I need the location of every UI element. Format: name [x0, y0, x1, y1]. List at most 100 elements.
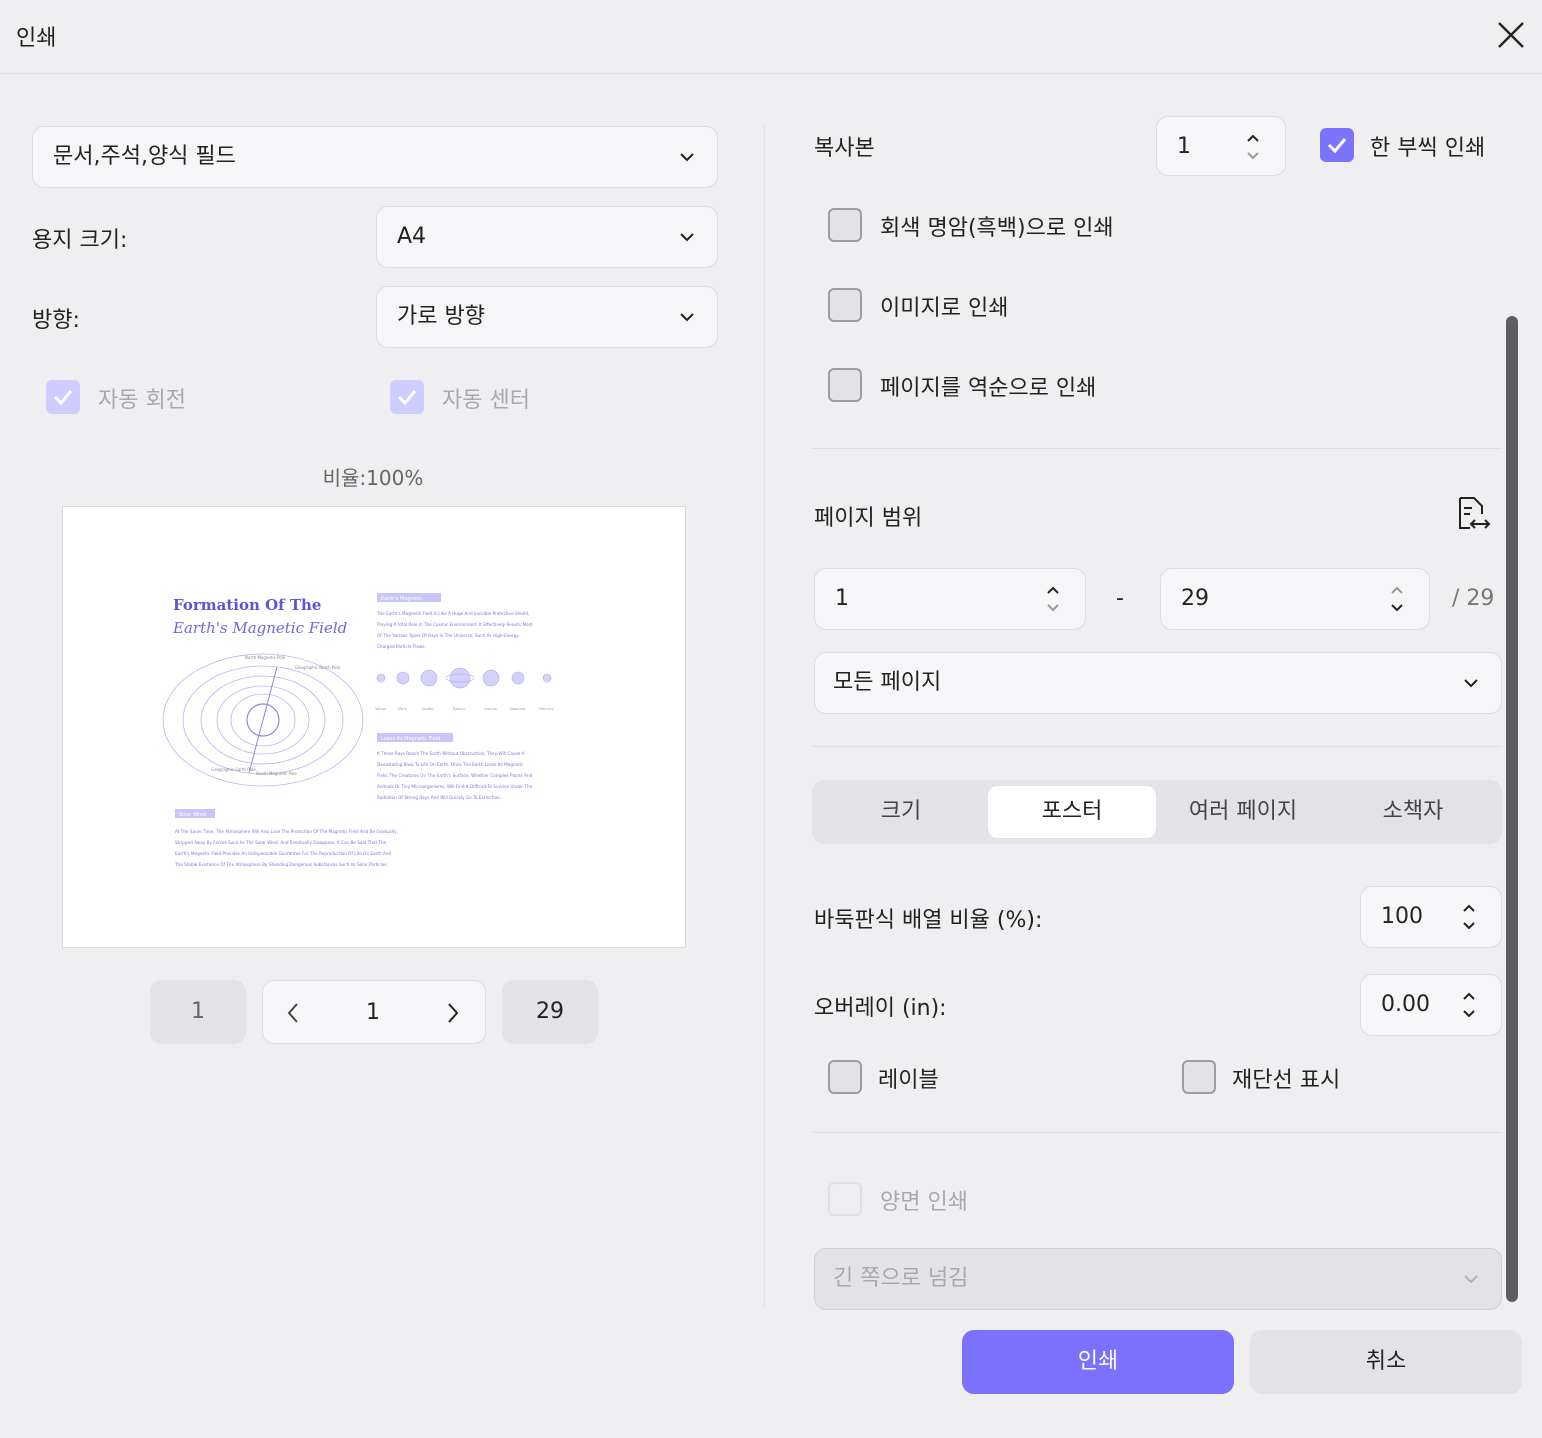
svg-text:Jupiter: Jupiter	[421, 707, 434, 711]
magnetic-field-diagram	[162, 653, 364, 787]
overlay-value: 0.00	[1381, 992, 1430, 1017]
cancel-button[interactable]: 취소	[1250, 1330, 1522, 1394]
copies-label: 복사본	[814, 136, 875, 161]
chevron-down-icon	[680, 313, 694, 322]
svg-text:Radiation Of Strong Rays And W: Radiation Of Strong Rays And Will Quickl…	[377, 795, 501, 800]
auto-rotate-checkbox[interactable]	[46, 380, 80, 414]
spinner-arrows-icon[interactable]	[1461, 901, 1477, 933]
svg-text:The Earth's Magnetic Field Is: The Earth's Magnetic Field Is Like A Hug…	[376, 611, 529, 616]
reverse-order-label: 페이지를 역순으로 인쇄	[880, 376, 1097, 401]
svg-text:Neptune: Neptune	[510, 707, 526, 711]
range-from-value: 1	[835, 586, 849, 611]
current-page-input[interactable]: 1	[323, 981, 423, 1045]
preview-document: Formation Of The Earth's Magnetic Field …	[162, 593, 554, 867]
tile-scale-input[interactable]: 100	[1360, 886, 1502, 948]
svg-text:The Stable Existence Of The At: The Stable Existence Of The Atmosphere B…	[174, 862, 388, 867]
diagram-label: South Magnetic Pole	[256, 771, 297, 776]
last-page-button[interactable]: 29	[502, 980, 598, 1044]
overlay-label: 오버레이 (in):	[814, 996, 947, 1021]
orientation-value: 가로 방향	[397, 304, 485, 329]
column-divider	[764, 124, 765, 1308]
svg-text:Animals Or Tiny Microorganisms: Animals Or Tiny Microorganisms, Will Fin…	[377, 784, 533, 789]
range-dash: -	[1116, 586, 1124, 611]
close-icon[interactable]	[1494, 18, 1528, 52]
chevron-down-icon	[1464, 679, 1478, 688]
cut-marks-checkbox[interactable]	[1182, 1060, 1216, 1094]
paper-size-value: A4	[397, 224, 427, 249]
page-swap-icon[interactable]	[1452, 494, 1492, 534]
scrollbar-thumb[interactable]	[1506, 316, 1518, 1302]
svg-text:Stripped Away By Forces Such A: Stripped Away By Forces Such As The Sola…	[175, 840, 387, 845]
page-subset-select[interactable]: 모든 페이지	[814, 652, 1502, 714]
flip-select-value: 긴 쪽으로 넘김	[833, 1266, 969, 1291]
print-as-image-checkbox[interactable]	[828, 288, 862, 322]
spinner-arrows-icon[interactable]	[1389, 583, 1405, 615]
collate-label: 한 부씩 인쇄	[1370, 136, 1486, 161]
svg-text:Playing A Vital Role In The Co: Playing A Vital Role In The Cosmic Envir…	[377, 622, 533, 627]
auto-center-checkbox[interactable]	[390, 380, 424, 414]
preview-tag-text: Solar Wind	[179, 812, 206, 818]
paper-size-label: 용지 크기:	[32, 228, 128, 253]
svg-text:If These Rays Reach The Earth: If These Rays Reach The Earth Without Ob…	[377, 751, 525, 756]
content-select-value: 문서,주석,양식 필드	[53, 144, 236, 169]
flip-select[interactable]: 긴 쪽으로 넘김	[814, 1248, 1502, 1310]
preview-tag-text: Earth's Magnetic	[381, 596, 423, 602]
spinner-arrows-icon[interactable]	[1461, 989, 1477, 1021]
svg-text:Devastating Blow To Life On Ea: Devastating Blow To Life On Earth. Once …	[377, 762, 524, 767]
print-button[interactable]: 인쇄	[962, 1330, 1234, 1394]
page-range-title: 페이지 범위	[814, 506, 923, 531]
svg-text:Field, The Creatures On The Ea: Field, The Creatures On The Earth's Surf…	[377, 773, 533, 778]
scale-label: 비율:100%	[322, 466, 424, 490]
range-total: / 29	[1452, 586, 1495, 611]
svg-text:Charged Particle Flows.: Charged Particle Flows.	[377, 644, 426, 649]
chevron-right-icon[interactable]	[445, 1001, 461, 1025]
paper-size-select[interactable]: A4	[376, 206, 718, 268]
diagram-label: Geographic North Pole	[295, 665, 341, 670]
duplex-checkbox[interactable]	[828, 1182, 862, 1216]
grayscale-label: 회색 명암(흑백)으로 인쇄	[880, 216, 1114, 241]
tile-scale-label: 바둑판식 배열 비율 (%):	[814, 908, 1043, 933]
tab-poster[interactable]: 포스터	[988, 786, 1156, 838]
tab-size[interactable]: 크기	[816, 786, 986, 838]
spinner-arrows-icon[interactable]	[1245, 131, 1261, 163]
range-to-value: 29	[1181, 586, 1209, 611]
check-icon	[397, 390, 417, 406]
page-preview: Formation Of The Earth's Magnetic Field …	[62, 506, 686, 948]
cut-marks-label: 재단선 표시	[1232, 1068, 1341, 1093]
section-divider	[812, 746, 1502, 747]
check-icon	[1327, 138, 1347, 154]
first-page-button[interactable]: 1	[150, 980, 246, 1044]
diagram-label: North Magnetic Pole	[245, 655, 286, 660]
copies-value: 1	[1177, 134, 1191, 159]
planet-labels: Venus Mars Jupiter Saturn Uranus Neptune…	[375, 707, 554, 711]
layout-tabs: 크기 포스터 여러 페이지 소책자	[812, 780, 1502, 844]
labels-checkbox[interactable]	[828, 1060, 862, 1094]
reverse-order-checkbox[interactable]	[828, 368, 862, 402]
overlay-input[interactable]: 0.00	[1360, 974, 1502, 1036]
tab-multiple-pages[interactable]: 여러 페이지	[1158, 786, 1328, 838]
section-divider	[812, 448, 1502, 449]
diagram-label: Geographic Earth Pole	[211, 767, 256, 772]
content-select[interactable]: 문서,주석,양식 필드	[32, 126, 718, 188]
orientation-select[interactable]: 가로 방향	[376, 286, 718, 348]
svg-text:Venus: Venus	[375, 707, 386, 711]
grayscale-checkbox[interactable]	[828, 208, 862, 242]
tab-booklet[interactable]: 소책자	[1328, 786, 1498, 838]
range-from-input[interactable]: 1	[814, 568, 1086, 630]
check-icon	[53, 390, 73, 406]
page-subset-value: 모든 페이지	[833, 670, 942, 695]
copies-input[interactable]: 1	[1156, 116, 1286, 176]
collate-checkbox[interactable]	[1320, 128, 1354, 162]
range-to-input[interactable]: 29	[1160, 568, 1430, 630]
section-divider	[812, 1132, 1502, 1133]
duplex-label: 양면 인쇄	[880, 1190, 968, 1215]
chevron-left-icon[interactable]	[285, 1001, 301, 1025]
chevron-down-icon	[680, 153, 694, 162]
svg-text:Uranus: Uranus	[484, 707, 497, 711]
svg-text:Mercury: Mercury	[539, 707, 554, 711]
auto-center-label: 자동 센터	[442, 388, 530, 413]
dialog-title: 인쇄	[16, 26, 57, 51]
preview-title-1: Formation Of The	[173, 596, 321, 614]
spinner-arrows-icon[interactable]	[1045, 583, 1061, 615]
svg-text:Of The Various Types Of Rays I: Of The Various Types Of Rays In The Univ…	[377, 633, 519, 638]
